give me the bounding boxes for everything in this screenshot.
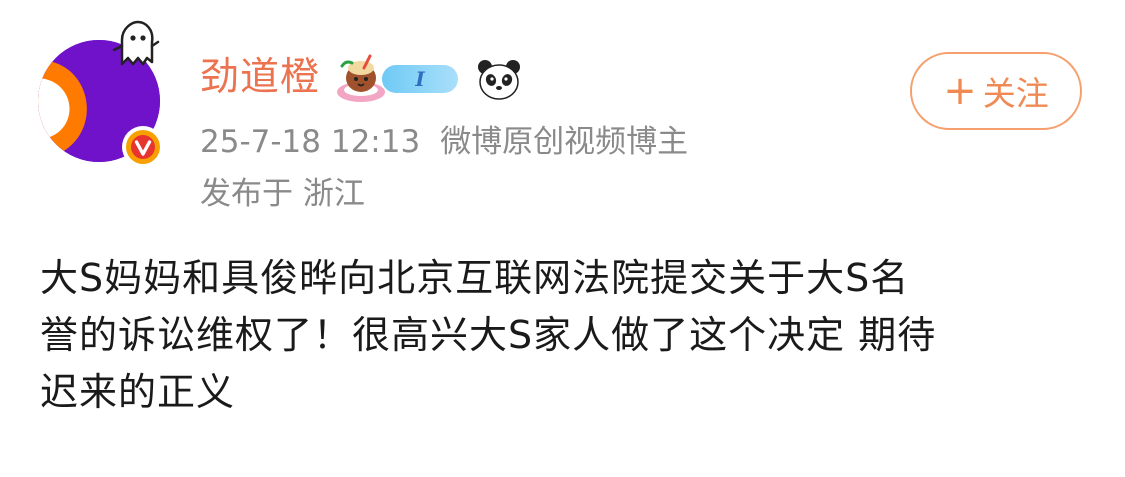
panda-icon bbox=[478, 60, 520, 100]
post-text-line: 大S妈妈和具俊晔向北京互联网法院提交关于大S名 bbox=[40, 256, 910, 300]
plus-icon: + bbox=[943, 68, 977, 114]
user-title: 微博原创视频博主 bbox=[440, 124, 689, 160]
post-meta: 25-7-18 12:13 微博原创视频博主 bbox=[200, 120, 688, 164]
post-location: 发布于 浙江 bbox=[200, 176, 365, 212]
post-text: 大S妈妈和具俊晔向北京互联网法院提交关于大S名 誉的诉讼维权了！很高兴大S家人做… bbox=[40, 250, 1090, 421]
user-badges: I bbox=[334, 54, 522, 104]
cup-icon bbox=[337, 54, 385, 102]
follow-button[interactable]: + 关注 bbox=[910, 52, 1082, 130]
ghost-icon bbox=[112, 20, 160, 66]
level-badge: I bbox=[382, 65, 458, 93]
post-text-line: 迟来的正义 bbox=[40, 370, 236, 414]
username[interactable]: 劲道橙 bbox=[200, 52, 320, 104]
post-text-line: 誉的诉讼维权了！很高兴大S家人做了这个决定 期待 bbox=[40, 313, 937, 357]
post-time: 25-7-18 12:13 bbox=[200, 124, 421, 160]
verified-badge-icon bbox=[122, 126, 164, 168]
follow-label: 关注 bbox=[982, 74, 1049, 113]
